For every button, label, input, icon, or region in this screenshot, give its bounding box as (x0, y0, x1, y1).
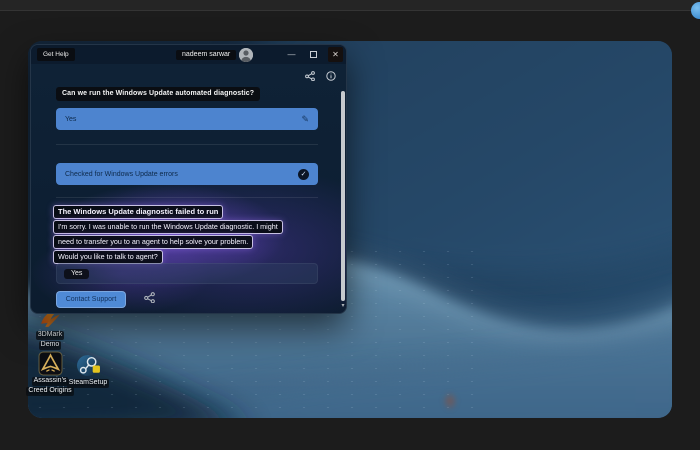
avatar-silhouette (239, 47, 254, 62)
contact-support-button[interactable]: Contact Support (56, 290, 126, 308)
result-line-1: I'm sorry. I was unable to run the Windo… (53, 220, 283, 235)
screen: 3DMark Demo Assassin's Creed Origins Ste… (0, 0, 700, 450)
bot-question: Can we run the Windows Update automated … (56, 87, 261, 101)
blue-indicator-dot (691, 2, 700, 19)
desktop-icon-label: Demo (38, 340, 62, 350)
share-conversation-button[interactable] (144, 290, 155, 308)
window-title: Get Help (37, 48, 75, 61)
check-circle-icon: ✓ (298, 168, 309, 180)
checked-status-label: Checked for Windows Update errors (65, 170, 178, 178)
minimize-icon: — (287, 50, 296, 59)
info-button[interactable] (325, 70, 336, 81)
minimize-button[interactable]: — (284, 47, 299, 62)
maximize-icon (310, 51, 317, 58)
action-row: Contact Support (56, 290, 155, 308)
result-title: The Windows Update diagnostic failed to … (53, 205, 224, 220)
desktop-icon-steamsetup[interactable]: SteamSetup (65, 353, 111, 388)
divider (56, 144, 318, 145)
wallpaper-smudge (442, 391, 458, 411)
account-chip[interactable]: nadeem sarwar (176, 47, 254, 62)
close-button[interactable]: ✕ (328, 47, 343, 62)
highlighted-result: The Windows Update diagnostic failed to … (53, 205, 283, 265)
info-icon (325, 70, 336, 81)
window-controls: — ✕ (284, 45, 343, 64)
titlebar[interactable]: Get Help nadeem sarwar — ✕ (31, 45, 346, 64)
chat-content: ▾ Can we run the Windows Update automate… (31, 64, 346, 313)
top-strip (0, 0, 700, 11)
user-name: nadeem sarwar (176, 49, 237, 60)
yes-option-bar[interactable]: Yes (56, 263, 318, 284)
toolbar (304, 70, 336, 81)
close-icon: ✕ (332, 50, 339, 59)
yes-option-label: Yes (64, 268, 90, 279)
desktop-icon-label: 3DMark (35, 331, 65, 340)
contact-support-label: Contact Support (65, 295, 117, 303)
check-icon: ✓ (300, 171, 307, 178)
get-help-window: Get Help nadeem sarwar — ✕ ▾ Can we run … (30, 44, 347, 314)
share-feedback-button[interactable] (304, 70, 315, 81)
share-nodes-icon (304, 70, 315, 81)
result-line-2: need to transfer you to an agent to help… (53, 235, 254, 250)
scroll-down-icon[interactable]: ▾ (340, 302, 346, 309)
user-avatar (239, 47, 254, 62)
share-nodes-icon (144, 292, 155, 304)
checked-status-bar[interactable]: Checked for Windows Update errors ✓ (56, 163, 318, 185)
steam-icon (76, 355, 100, 376)
desktop-icon-label: Creed Origins (26, 386, 74, 396)
edit-pencil-icon[interactable]: ✎ (301, 114, 309, 124)
desktop-icon-label: Assassin's (31, 377, 69, 386)
assassins-creed-icon (38, 351, 62, 376)
maximize-button[interactable] (306, 47, 321, 62)
yes-response-label: Yes (65, 115, 77, 123)
yes-response-bar[interactable]: Yes ✎ (56, 108, 318, 130)
scrollbar[interactable] (341, 91, 345, 301)
desktop-icon-label: SteamSetup (66, 379, 110, 388)
divider (56, 197, 318, 198)
